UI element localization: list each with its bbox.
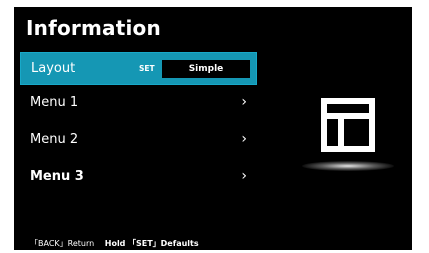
menu-item-label: Menu 1	[30, 95, 79, 110]
defaults-hint: 「SET」Defaults	[127, 239, 199, 248]
page-title: Information	[26, 16, 161, 40]
icon-reflection	[302, 161, 394, 171]
footer-hints: 「BACK」Return Hold 「SET」Defaults	[30, 238, 199, 249]
menu-item-layout[interactable]: Layout SET Simple	[20, 52, 257, 85]
chevron-right-icon: ›	[241, 168, 247, 184]
menu-item-label: Menu 2	[30, 132, 79, 147]
chevron-right-icon: ›	[241, 94, 247, 110]
screen: Information Layout SET Simple Menu 1 › M…	[14, 7, 412, 250]
hold-hint: Hold	[104, 239, 126, 248]
layout-icon	[321, 98, 375, 152]
set-label: SET	[139, 64, 155, 73]
menu-item-label: Menu 3	[30, 169, 84, 184]
menu-item-label: Layout	[31, 61, 76, 76]
layout-value[interactable]: Simple	[162, 60, 250, 78]
menu-item-menu-1[interactable]: Menu 1 ›	[20, 87, 257, 120]
chevron-right-icon: ›	[241, 131, 247, 147]
menu-item-menu-3[interactable]: Menu 3 ›	[20, 161, 257, 194]
back-hint: 「BACK」Return	[30, 239, 95, 248]
menu-item-menu-2[interactable]: Menu 2 ›	[20, 124, 257, 157]
